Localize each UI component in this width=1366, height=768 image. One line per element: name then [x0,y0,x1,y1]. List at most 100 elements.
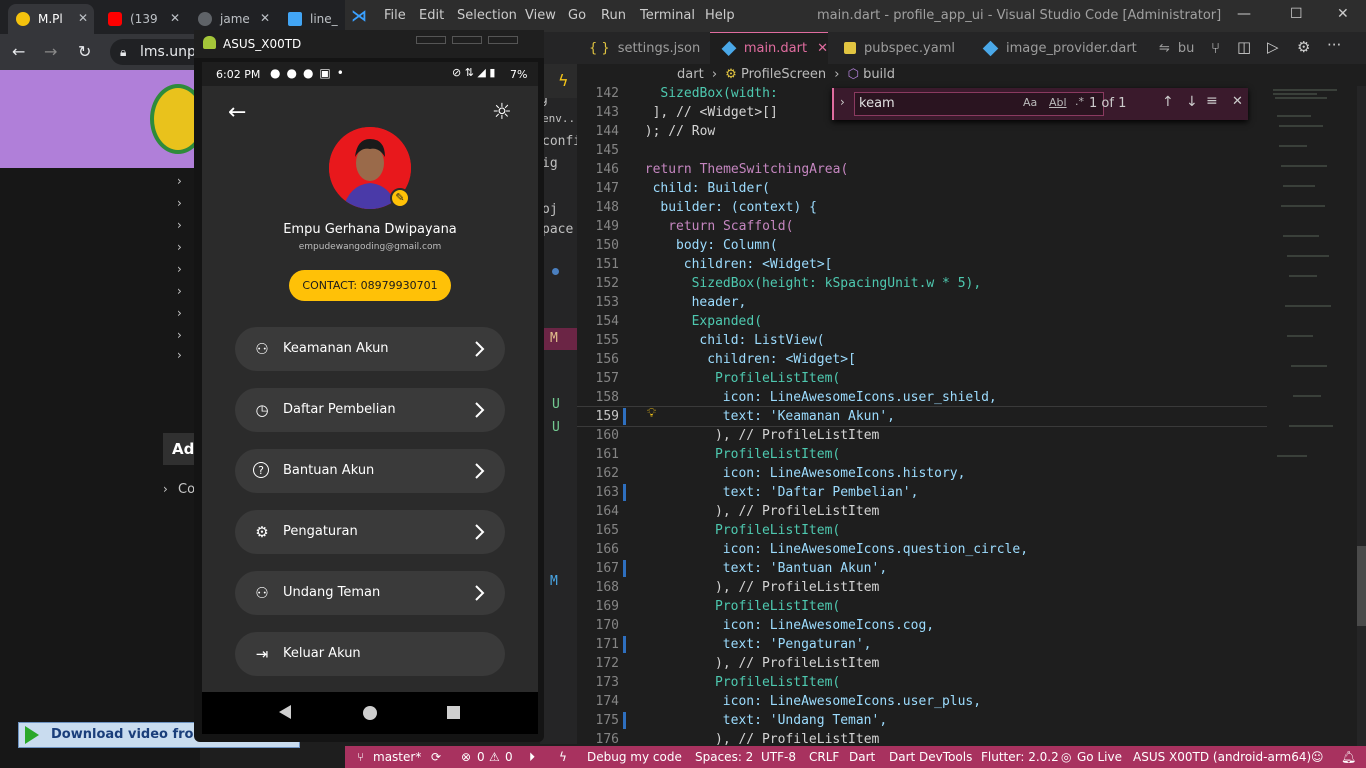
flutter-version[interactable]: Flutter: 2.0.2 [981,750,1059,764]
close-icon[interactable]: ✕ [817,41,828,56]
sync-icon[interactable]: ⟳ [431,750,441,764]
code-line[interactable]: 149 return Scaffold( [577,217,1267,236]
vertical-scrollbar[interactable] [1357,86,1366,746]
error-icon[interactable]: ⊗ [461,750,471,764]
code-line[interactable]: 169 ProfileListItem( [577,597,1267,616]
code-line[interactable]: 147 child: Builder( [577,179,1267,198]
back-arrow-icon[interactable]: ← [12,42,25,61]
find-input[interactable]: keam Aa Abl .* [854,92,1104,116]
indentation[interactable]: Spaces: 2 [695,750,753,764]
code-line[interactable]: 155 child: ListView( [577,331,1267,350]
chevron-right-icon[interactable]: › [177,348,182,362]
language-mode[interactable]: Dart [849,750,875,764]
device-selector[interactable]: ASUS X00TD (android-arm64) [1133,750,1311,764]
close-icon[interactable]: ✕ [1337,6,1349,22]
error-count[interactable]: 0 [477,750,485,764]
chevron-right-icon[interactable]: › [840,95,845,109]
flash-icon[interactable]: ϟ [559,750,567,764]
chevron-right-icon[interactable]: › [177,196,182,210]
chevron-right-icon[interactable]: › [177,218,182,232]
code-line[interactable]: 168), // ProfileListItem [577,578,1267,597]
debug-mode[interactable]: Debug my code [587,750,682,764]
code-line[interactable]: 171 text: 'Pengaturan', [577,635,1267,654]
code-line[interactable]: 150 body: Column( [577,236,1267,255]
tab-pubspec-yaml[interactable]: pubspec.yaml [830,32,965,64]
find-in-selection-icon[interactable]: ≡ [1206,93,1218,109]
source-control-icon[interactable]: ⑂ [1211,39,1220,57]
menu-view[interactable]: View [525,8,556,23]
code-line[interactable]: 145 [577,141,1267,160]
code-line[interactable]: 159 text: 'Keamanan Akun', [577,406,1267,427]
code-line[interactable]: 173 ProfileListItem( [577,673,1267,692]
git-branch[interactable]: master* [373,750,421,764]
chrome-tab-1[interactable]: M.Pl ✕ [8,4,94,34]
code-line[interactable]: 162 icon: LineAwesomeIcons.history, [577,464,1267,483]
more-actions-icon[interactable]: ··· [1327,36,1341,54]
chevron-right-icon[interactable]: › [177,284,182,298]
nav-recents-icon[interactable] [447,706,460,719]
menu-file[interactable]: File [384,8,406,23]
code-line[interactable]: 152 SizedBox(height: kSpacingUnit.w * 5), [577,274,1267,293]
breadcrumb-method[interactable]: build [863,67,895,82]
menu-edit[interactable]: Edit [419,8,444,23]
nav-back-icon[interactable] [279,705,291,719]
explorer-item[interactable]: oj [542,202,558,217]
chevron-right-icon[interactable]: › [177,174,182,188]
chevron-right-icon[interactable]: › [177,306,182,320]
regex-button[interactable]: .* [1075,95,1084,108]
minimize-icon[interactable]: — [1237,6,1251,22]
explorer-item[interactable]: env... [542,112,582,125]
code-line[interactable]: 164), // ProfileListItem [577,502,1267,521]
split-editor-icon[interactable]: ◫ [1237,38,1251,56]
warning-icon[interactable]: ⚠ [489,750,500,764]
menu-item-undang-teman[interactable]: ⚇ Undang Teman [235,571,505,615]
maximize-icon[interactable]: ☐ [1290,6,1303,22]
breadcrumb-class[interactable]: ProfileScreen [741,67,826,82]
breadcrumb-file[interactable]: dart [677,67,704,82]
back-arrow-icon[interactable]: ← [228,100,246,125]
emulator-control[interactable] [488,36,518,44]
menu-terminal[interactable]: Terminal [640,8,695,23]
debug-run-icon[interactable]: ⏵ [529,750,535,765]
tab-bu[interactable]: ⇋ bu [1145,32,1200,64]
code-line[interactable]: 148 builder: (context) { [577,198,1267,217]
notifications-icon[interactable]: 🔔︎ [1341,750,1356,764]
lightbulb-icon[interactable]: 💡︎ [647,406,656,421]
menu-item-keluar-akun[interactable]: ⇥ Keluar Akun [235,632,505,676]
code-line[interactable]: 156 children: <Widget>[ [577,350,1267,369]
edit-pencil-icon[interactable]: ✎ [390,188,410,208]
match-case-button[interactable]: Aa [1023,96,1037,109]
debug-icon[interactable]: ⚙ [1297,38,1310,56]
explorer-item[interactable]: pace [542,222,573,237]
chevron-right-icon[interactable]: › [163,482,168,496]
dart-devtools[interactable]: Dart DevTools [889,750,972,764]
explorer-item[interactable]: ig [542,156,558,171]
code-line[interactable]: 151 children: <Widget>[ [577,255,1267,274]
previous-match-icon[interactable]: ↑ [1162,94,1174,110]
line-ending[interactable]: CRLF [809,750,839,764]
code-line[interactable]: 176), // ProfileListItem [577,730,1267,746]
code-line[interactable]: 153 header, [577,293,1267,312]
go-live[interactable]: Go Live [1077,750,1122,764]
menu-item-daftar-pembelian[interactable]: ◷ Daftar Pembelian [235,388,505,432]
whole-word-button[interactable]: Abl [1049,96,1067,109]
code-line[interactable]: 158 icon: LineAwesomeIcons.user_shield, [577,388,1267,407]
menu-help[interactable]: Help [705,8,735,23]
code-line[interactable]: 166 icon: LineAwesomeIcons.question_circl… [577,540,1267,559]
code-line[interactable]: 144); // Row [577,122,1267,141]
code-line[interactable]: 167 text: 'Bantuan Akun', [577,559,1267,578]
menu-item-keamanan-akun[interactable]: ⚇ Keamanan Akun [235,327,505,371]
code-line[interactable]: 172), // ProfileListItem [577,654,1267,673]
code-line[interactable]: 163 text: 'Daftar Pembelian', [577,483,1267,502]
code-line[interactable]: 154 Expanded( [577,312,1267,331]
chevron-right-icon[interactable]: › [177,240,182,254]
broadcast-icon[interactable]: ◎ [1061,750,1071,764]
nav-home-icon[interactable] [363,706,377,720]
emulator-control[interactable] [452,36,482,44]
run-icon[interactable]: ▷ [1267,38,1279,56]
code-line[interactable]: 161 ProfileListItem( [577,445,1267,464]
close-icon[interactable]: ✕ [170,11,180,25]
minimap[interactable] [1267,86,1357,746]
next-match-icon[interactable]: ↓ [1186,94,1198,110]
code-line[interactable]: 174 icon: LineAwesomeIcons.user_plus, [577,692,1267,711]
